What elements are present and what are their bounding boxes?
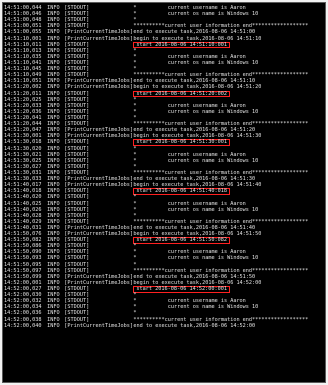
log-message: * — [133, 66, 137, 73]
log-message: * — [133, 96, 137, 103]
log-message: * current username is Aaron — [133, 5, 246, 11]
log-message: * current username is Aaron — [133, 53, 246, 60]
log-message: * current os name is Windows 10 — [133, 206, 259, 213]
log-message: * current username is Aaron — [133, 298, 246, 305]
log-message: * — [133, 114, 137, 121]
log-message: **********current user information end**… — [133, 121, 309, 128]
log-level: INFO — [47, 322, 60, 329]
log-message: * current os name is Windows 10 — [133, 59, 259, 66]
log-output[interactable]: 14:51:00,044 INFO [STDOUT] * current use… — [4, 5, 324, 381]
log-message: end to execute task,2016-08-06 14:51:30 — [133, 176, 256, 183]
log-message: * current username is Aaron — [133, 200, 246, 207]
log-message: * — [133, 243, 137, 250]
log-message: end to execute task,2016-08-06 14:51:20 — [133, 127, 256, 134]
log-message: * current os name is Windows 10 — [133, 157, 259, 164]
log-message: begin to execute task,2016-08-06 14:51:3… — [133, 133, 262, 140]
log-message: **********current user information end**… — [133, 23, 309, 30]
console-window: 14:51:00,044 INFO [STDOUT] * current use… — [2, 2, 326, 383]
log-message: * current os name is Windows 10 — [133, 304, 259, 311]
log-timestamp: 14:52:00,040 — [4, 322, 42, 329]
log-message: * — [133, 212, 137, 219]
log-message: * current os name is Windows 10 — [133, 11, 259, 18]
log-message: end to execute task,2016-08-06 14:52:00 — [133, 322, 256, 329]
log-message: * current username is Aaron — [133, 249, 246, 256]
log-message: begin to execute task,2016-08-06 14:51:2… — [133, 84, 262, 91]
log-message: end to execute task,2016-08-06 14:51:40 — [133, 224, 256, 231]
log-message: * current os name is Windows 10 — [133, 255, 259, 262]
log-message: **********current user information end**… — [133, 316, 309, 323]
log-message: * current os name is Windows 10 — [133, 108, 259, 115]
log-source: [PrintCurrentTimeJobs] — [64, 322, 133, 329]
log-message: * — [133, 47, 137, 54]
log-message: * — [133, 163, 137, 170]
log-message: end to execute task,2016-08-06 14:51:50 — [133, 273, 256, 280]
log-message: begin to execute task,2016-08-06 14:51:5… — [133, 231, 262, 238]
log-message: * — [133, 292, 137, 299]
log-message: * — [133, 310, 137, 317]
log-message: * — [133, 261, 137, 268]
log-message: begin to execute task,2016-08-06 14:52:0… — [133, 279, 262, 286]
log-message: * current username is Aaron — [133, 151, 246, 158]
log-message: * — [133, 17, 137, 24]
log-message: end to execute task,2016-08-06 14:51:10 — [133, 78, 256, 85]
log-message: **********current user information end**… — [133, 218, 309, 225]
log-message: begin to execute task,2016-08-06 14:51:4… — [133, 182, 262, 189]
log-message: * — [133, 145, 137, 152]
log-message: begin to execute task,2016-08-06 14:51:1… — [133, 35, 262, 42]
log-message: **********current user information end**… — [133, 267, 309, 274]
log-message: * current username is Aaron — [133, 102, 246, 109]
log-message: * — [133, 194, 137, 201]
log-message: **********current user information end**… — [133, 72, 309, 79]
log-message: **********current user information end**… — [133, 169, 309, 176]
log-message: end to execute task,2016-08-06 14:51:00 — [133, 29, 256, 36]
log-line: 14:52:00,040 INFO [PrintCurrentTimeJobs]… — [4, 323, 324, 329]
